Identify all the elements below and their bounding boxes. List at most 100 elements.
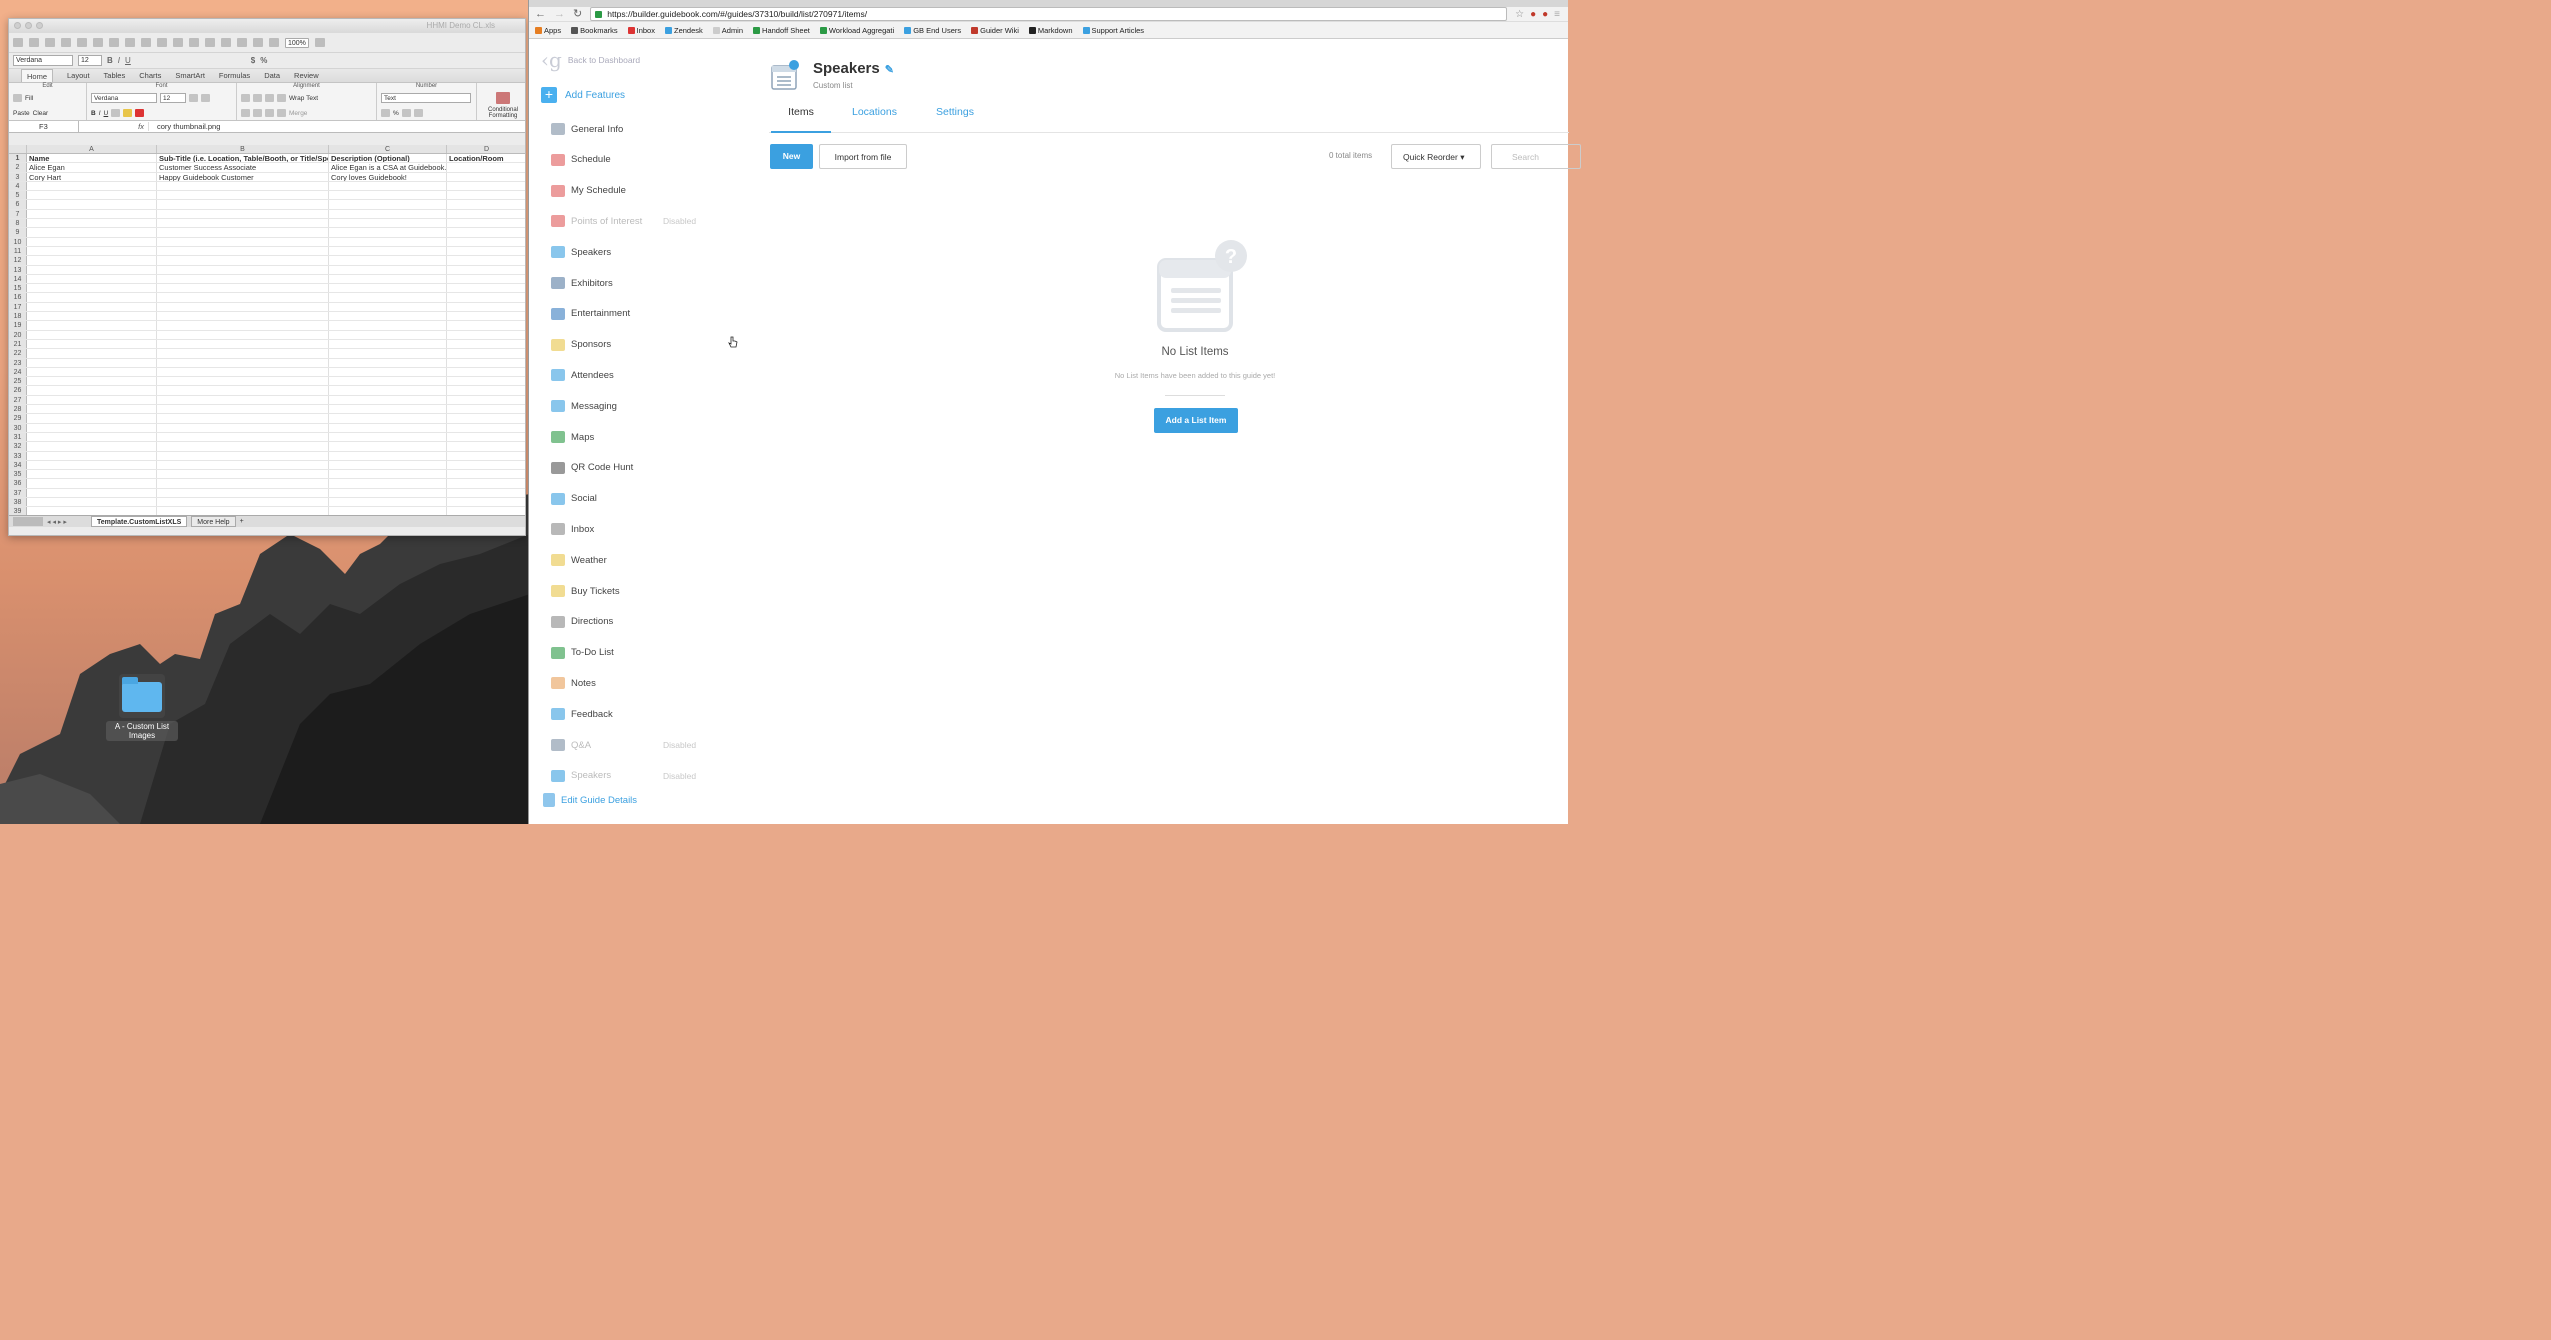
grid-cell[interactable] (329, 358, 447, 367)
sheet-tab-template[interactable]: Template.CustomListXLS (91, 516, 188, 527)
grid-cell[interactable] (157, 451, 329, 460)
grid-cell[interactable] (157, 386, 329, 395)
excel-titlebar[interactable]: HHMI Demo CL.xls (9, 19, 525, 33)
grid-cell[interactable] (447, 173, 525, 181)
grid-cell[interactable]: Sub-Title (i.e. Location, Table/Booth, o… (157, 154, 329, 163)
number-format-field[interactable]: Text (381, 93, 471, 103)
sidebar-item-weather[interactable]: Weather (551, 550, 751, 570)
grid-cell[interactable] (329, 330, 447, 339)
grid-cell[interactable] (157, 349, 329, 358)
column-header[interactable]: B (157, 145, 329, 153)
grid-cell[interactable]: Name (27, 154, 157, 163)
grid-cell[interactable] (447, 340, 525, 348)
grid-cell[interactable] (329, 302, 447, 312)
decimal-icon[interactable] (413, 109, 423, 117)
row-number[interactable]: 7 (9, 209, 27, 219)
sidebar-item-social[interactable]: Social (551, 489, 751, 509)
grid-cell[interactable] (447, 303, 525, 311)
row-number[interactable]: 28 (9, 405, 27, 414)
print-icon[interactable] (77, 38, 87, 47)
sidebar-item-maps[interactable]: Maps (551, 427, 751, 447)
forward-arrow-icon[interactable]: → (554, 8, 565, 20)
grid-cell[interactable] (329, 349, 447, 358)
function-icon[interactable]: fx (79, 122, 149, 131)
grid-cell[interactable] (27, 256, 157, 265)
column-header[interactable]: D (447, 145, 525, 153)
grid-cell[interactable] (27, 284, 157, 293)
merge-button[interactable]: Merge (289, 110, 307, 117)
row-number[interactable]: 16 (9, 293, 27, 302)
grid-cell[interactable] (447, 433, 525, 441)
bold-button[interactable]: B (107, 56, 113, 65)
align-top-icon[interactable] (241, 94, 250, 102)
filter-icon[interactable] (221, 38, 231, 47)
zoom-field[interactable]: 100% (285, 37, 309, 48)
row-number[interactable]: 25 (9, 377, 27, 386)
edit-guide-details-link[interactable]: Edit Guide Details (543, 793, 637, 807)
grid-cell[interactable]: Description (Optional) (329, 154, 447, 163)
grid-cell[interactable] (447, 349, 525, 357)
text-orientation-icon[interactable] (277, 94, 286, 102)
grid-cell[interactable] (157, 330, 329, 339)
grid-cell[interactable] (27, 377, 157, 386)
excel-window[interactable]: HHMI Demo CL.xls 100% Verdana 12 BIU $% … (8, 18, 526, 536)
grid-cell[interactable] (157, 358, 329, 367)
bookmark-workload[interactable]: Workload Aggregati (819, 26, 894, 35)
sidebar-item-inbox[interactable]: Inbox (551, 519, 751, 539)
row-number[interactable]: 15 (9, 284, 27, 293)
grid-cell[interactable] (329, 432, 447, 442)
paste-icon[interactable] (13, 94, 22, 102)
cut-icon[interactable] (93, 38, 103, 47)
add-sheet-button[interactable]: + (240, 518, 244, 525)
grid-cell[interactable] (157, 312, 329, 321)
row-number[interactable]: 11 (9, 246, 27, 256)
grid-cell[interactable] (27, 479, 157, 488)
browser-window[interactable]: ← → ↻ https://builder.guidebook.com/#/gu… (528, 0, 1581, 824)
grid-cell[interactable] (329, 209, 447, 219)
row-number[interactable]: 20 (9, 330, 27, 339)
grid-cell[interactable] (157, 423, 329, 432)
row-number[interactable]: 12 (9, 256, 27, 265)
grid-cell[interactable] (447, 256, 525, 264)
percent-button[interactable]: % (260, 56, 267, 65)
fill-button[interactable]: Fill (25, 95, 33, 102)
grid-cell[interactable] (27, 321, 157, 330)
grid-cell[interactable] (329, 414, 447, 423)
grid-cell[interactable] (157, 237, 329, 246)
grid-cell[interactable] (447, 489, 525, 497)
fill-color-icon[interactable] (123, 109, 133, 117)
grid-cell[interactable] (447, 238, 525, 246)
column-header[interactable]: C (329, 145, 447, 153)
grid-cell[interactable] (447, 266, 525, 274)
wrap-text-button[interactable]: Wrap Text (289, 95, 318, 102)
ribbon-size-field[interactable]: 12 (160, 93, 186, 103)
back-to-dashboard-link[interactable]: ‹g Back to Dashboard (541, 48, 640, 72)
grid-cell[interactable] (27, 349, 157, 358)
grid-cell[interactable] (447, 228, 525, 236)
row-number[interactable]: 29 (9, 414, 27, 423)
grid-cell[interactable] (447, 396, 525, 404)
bookmark-apps[interactable]: Apps (535, 26, 561, 35)
font-size-field[interactable]: 12 (78, 55, 102, 66)
grid-cell[interactable] (157, 470, 329, 479)
row-number[interactable]: 33 (9, 451, 27, 460)
sidebar-item-entertainment[interactable]: Entertainment (551, 304, 751, 324)
grid-cell[interactable] (329, 293, 447, 302)
row-number[interactable]: 31 (9, 432, 27, 442)
sidebar-item-general-info[interactable]: General Info (551, 119, 751, 139)
custom-list-images-folder[interactable]: A - Custom List Images (106, 674, 178, 743)
ribbon-bold-button[interactable]: B (91, 110, 96, 117)
tab-formulas[interactable]: Formulas (219, 69, 250, 82)
grid-cell[interactable] (329, 219, 447, 228)
grid-cell[interactable] (27, 200, 157, 209)
row-number[interactable]: 26 (9, 386, 27, 395)
percent-style-button[interactable]: % (393, 110, 399, 117)
save-icon[interactable] (61, 38, 71, 47)
bookmark-admin[interactable]: Admin (712, 26, 743, 35)
grid-cell[interactable] (329, 339, 447, 349)
view-toggle-icon[interactable] (13, 517, 43, 526)
grid-cell[interactable] (447, 424, 525, 432)
grid-cell[interactable] (447, 461, 525, 469)
grid-cell[interactable] (329, 386, 447, 395)
row-number[interactable]: 9 (9, 228, 27, 237)
